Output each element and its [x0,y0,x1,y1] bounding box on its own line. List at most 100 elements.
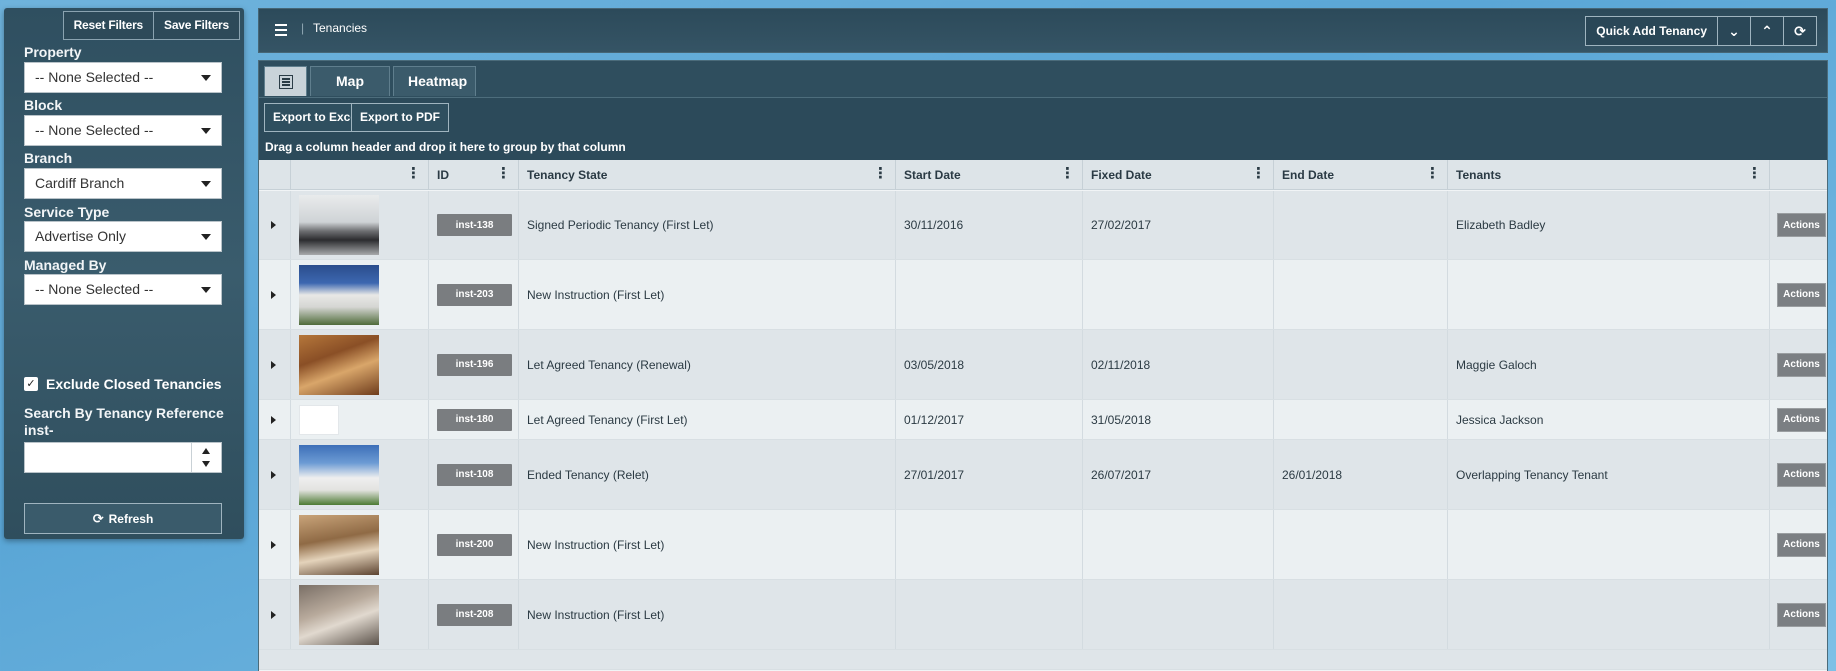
property-select[interactable]: -- None Selected -- [24,62,222,93]
exclude-closed-toggle[interactable]: ✓ Exclude Closed Tenancies [24,376,222,392]
cell-id: inst-138 [429,191,519,259]
branch-select[interactable]: Cardiff Branch [24,168,222,199]
cell-exp [259,260,291,329]
actions-button[interactable]: Actions [1777,352,1826,377]
menu-icon[interactable] [275,24,287,36]
block-select[interactable]: -- None Selected -- [24,115,222,146]
cell-id: inst-196 [429,330,519,399]
property-thumbnail[interactable] [299,195,379,255]
branch-select-value: Cardiff Branch [35,175,125,191]
cell-fixed [1083,580,1274,649]
header-expander [259,160,291,190]
actions-button[interactable]: Actions [1777,213,1826,237]
cell-state: Ended Tenancy (Relet) [519,440,896,509]
export-pdf-button[interactable]: Export to PDF [351,103,449,132]
table-row[interactable] [259,650,1827,670]
group-drop-zone[interactable]: Drag a column header and drop it here to… [265,140,626,154]
actions-button[interactable]: Actions [1777,282,1826,307]
tenancy-id-badge[interactable]: inst-108 [437,463,512,486]
number-spinner[interactable] [191,443,221,472]
cell-state-text: Ended Tenancy (Relet) [527,467,649,482]
property-thumbnail[interactable] [299,584,379,645]
tenancy-id-badge[interactable]: inst-203 [437,283,512,306]
header-end-date[interactable]: End Date ⋮ [1274,160,1448,190]
header-fixed-date[interactable]: Fixed Date ⋮ [1083,160,1274,190]
tab-heatmap[interactable]: Heatmap [393,66,476,96]
save-filters-button[interactable]: Save Filters [154,11,240,40]
property-label: Property [24,44,82,60]
tenancy-id-badge[interactable]: inst-208 [437,603,512,626]
column-menu-icon[interactable]: ⋮ [496,160,511,188]
expand-row-icon[interactable] [271,415,276,424]
table-row[interactable]: inst-200 New Instruction (First Let) Actio… [259,510,1827,580]
actions-button[interactable]: Actions [1777,462,1826,487]
chevron-up-icon[interactable]: ⌃ [1751,16,1784,46]
reset-filters-button[interactable]: Reset Filters [62,11,155,40]
expand-row-icon[interactable] [271,470,276,479]
column-menu-icon[interactable]: ⋮ [406,160,421,188]
expand-row-icon[interactable] [271,221,276,229]
tenancy-reference-input[interactable] [24,442,222,473]
header-start-date[interactable]: Start Date ⋮ [896,160,1083,190]
table-row[interactable]: inst-208 New Instruction (First Let) Actio… [259,580,1827,650]
header-image[interactable]: ⋮ [291,160,429,190]
property-thumbnail[interactable] [299,404,339,435]
cell-fixed: 31/05/2018 [1083,400,1274,439]
tenancy-id-badge[interactable]: inst-180 [437,408,512,431]
header-id[interactable]: ID ⋮ [429,160,519,190]
tab-grid[interactable] [264,66,307,96]
service-type-select[interactable]: Advertise Only [24,221,222,252]
table-row[interactable]: inst-203 New Instruction (First Let) Actio… [259,260,1827,330]
column-menu-icon[interactable]: ⋮ [1251,160,1266,188]
header-tenants[interactable]: Tenants ⋮ [1448,160,1770,190]
tenancy-id-badge[interactable]: inst-200 [437,533,512,556]
chevron-down-icon[interactable]: ⌄ [1718,16,1751,46]
tenancy-id-badge[interactable]: inst-196 [437,353,512,376]
cell-fixed-text: 26/07/2017 [1091,467,1152,482]
cell-act: Actions [1770,330,1827,399]
spinner-down-icon[interactable] [202,461,210,467]
table-row[interactable]: inst-108 Ended Tenancy (Relet) 27/01/2017 2… [259,440,1827,510]
property-thumbnail[interactable] [299,264,379,325]
cell-start-text: 30/11/2016 [904,218,964,232]
cell-start: 01/12/2017 [896,400,1083,439]
column-menu-icon[interactable]: ⋮ [1747,160,1762,188]
tab-map[interactable]: Map [310,66,390,96]
exclude-closed-checkbox[interactable]: ✓ [24,377,38,391]
column-menu-icon[interactable]: ⋮ [873,160,888,188]
cell-fixed [1083,510,1274,579]
cell-tenants: Jessica Jackson [1448,400,1770,439]
refresh-button[interactable]: ⟳ Refresh [24,503,222,534]
expand-row-icon[interactable] [271,610,276,619]
column-menu-icon[interactable]: ⋮ [1060,160,1075,188]
expand-row-icon[interactable] [271,360,276,369]
cell-exp [259,191,291,259]
cell-act: Actions [1770,440,1827,509]
property-thumbnail[interactable] [299,444,379,505]
cell-tenants: Overlapping Tenancy Tenant [1448,440,1770,509]
actions-button[interactable]: Actions [1777,602,1826,627]
table-row[interactable]: inst-180 Let Agreed Tenancy (First Let) 01… [259,400,1827,440]
managed-by-label: Managed By [24,257,107,273]
property-thumbnail[interactable] [299,514,379,575]
table-row[interactable]: inst-138 Signed Periodic Tenancy (First L… [259,191,1827,260]
cell-id: inst-208 [429,580,519,649]
table-row[interactable]: inst-196 Let Agreed Tenancy (Renewal) 03/0… [259,330,1827,400]
expand-row-icon[interactable] [271,290,276,299]
cell-end [1274,580,1448,649]
header-tenancy-state[interactable]: Tenancy State ⋮ [519,160,896,190]
managed-by-select[interactable]: -- None Selected -- [24,274,222,305]
tenancy-id-badge[interactable]: inst-138 [437,214,512,236]
spinner-up-icon[interactable] [202,448,210,454]
column-menu-icon[interactable]: ⋮ [1425,160,1440,188]
cell-start [896,580,1083,649]
property-thumbnail[interactable] [299,334,379,395]
expand-row-icon[interactable] [271,540,276,549]
quick-add-tenancy-button[interactable]: Quick Add Tenancy [1585,16,1718,46]
cell-act: Actions [1770,191,1827,259]
tenancies-grid: ⋮ ID ⋮ Tenancy State ⋮ Start Date ⋮ Fixed D… [259,160,1827,671]
actions-button[interactable]: Actions [1777,532,1826,557]
refresh-icon[interactable]: ⟳ [1784,16,1817,46]
chevron-down-icon [201,128,211,134]
actions-button[interactable]: Actions [1777,407,1826,432]
